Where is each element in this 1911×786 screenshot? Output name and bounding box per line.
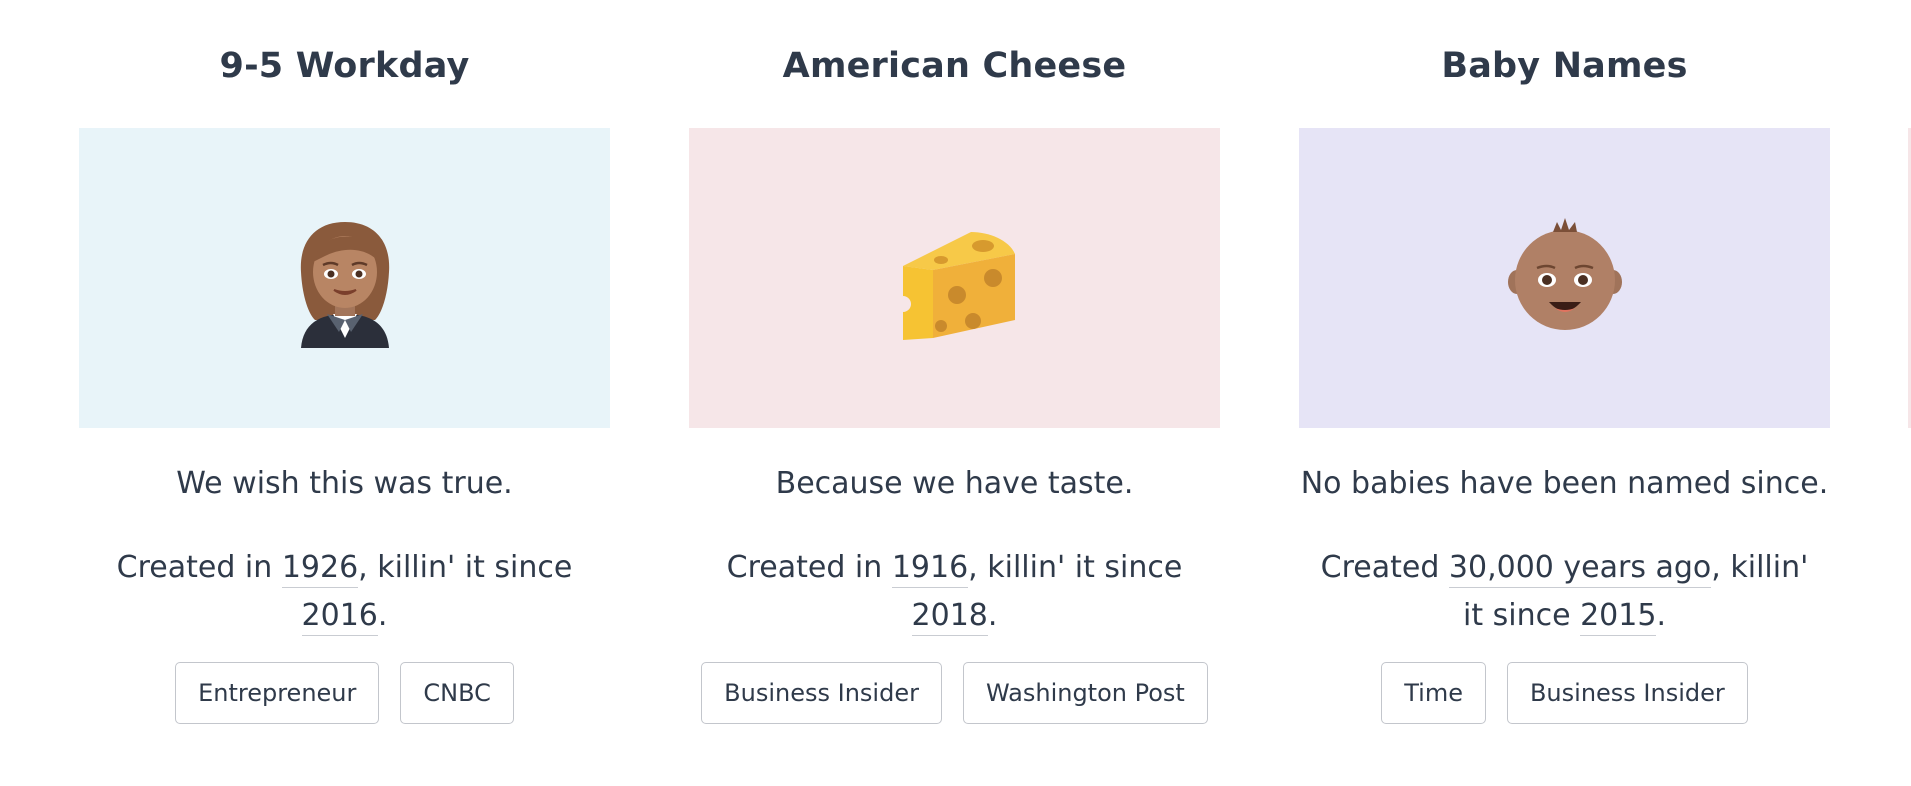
card-banner [689, 128, 1220, 428]
card-banner [79, 128, 610, 428]
businesswoman-icon [300, 222, 389, 348]
card-title: Baby Names [1441, 46, 1688, 86]
created-year[interactable]: 1916 [891, 550, 969, 588]
history-period: . [1656, 598, 1666, 633]
tag-cnbc[interactable]: CNBC [400, 662, 514, 724]
card-tagline: No babies have been named since. [1300, 466, 1829, 501]
card-baby-names: Baby Names No babies have been named sin… [1299, 0, 1830, 724]
history-period: . [377, 598, 388, 633]
card-history: Created in 1926, killin' it since 2016. [79, 544, 610, 640]
card-title: 9-5 Workday [219, 46, 470, 86]
source-tags: Business Insider Washington Post [689, 662, 1220, 724]
card-tagline: Because we have taste. [775, 466, 1134, 501]
cheese-icon [902, 232, 1015, 340]
tag-business-insider[interactable]: Business Insider [701, 662, 942, 724]
card-american-cheese: American Cheese Because we have taste. C… [689, 0, 1220, 724]
tag-entrepreneur[interactable]: Entrepreneur [175, 662, 380, 724]
created-prefix: Created [1320, 550, 1449, 585]
killin-text: , killin' it since [968, 550, 1183, 585]
since-year[interactable]: 2015 [1580, 598, 1657, 636]
created-prefix: Created in [726, 550, 892, 585]
history-period: . [987, 598, 998, 633]
tag-time[interactable]: Time [1381, 662, 1486, 724]
card-history: Created in 1916, killin' it since 2018. [689, 544, 1220, 640]
tag-business-insider[interactable]: Business Insider [1506, 662, 1748, 724]
source-tags: Time Business Insider [1299, 662, 1830, 724]
since-year[interactable]: 2018 [911, 598, 988, 636]
baby-icon [1507, 218, 1622, 330]
card-title: American Cheese [782, 46, 1127, 86]
card-history: Created 30,000 years ago, killin' it sin… [1299, 544, 1830, 640]
card-grid: 9-5 Workday We wish this was true. Creat… [0, 0, 1911, 786]
created-year[interactable]: 30,000 years ago [1448, 550, 1712, 588]
created-year[interactable]: 1926 [281, 550, 359, 588]
card-9-5-workday: 9-5 Workday We wish this was true. Creat… [79, 0, 610, 724]
created-prefix: Created in [116, 550, 282, 585]
since-year[interactable]: 2016 [301, 598, 378, 636]
tag-washington-post[interactable]: Washington Post [962, 662, 1208, 724]
source-tags: Entrepreneur CNBC [79, 662, 610, 724]
killin-text: , killin' it since [358, 550, 573, 585]
card-banner [1299, 128, 1830, 428]
card-tagline: We wish this was true. [176, 466, 513, 501]
